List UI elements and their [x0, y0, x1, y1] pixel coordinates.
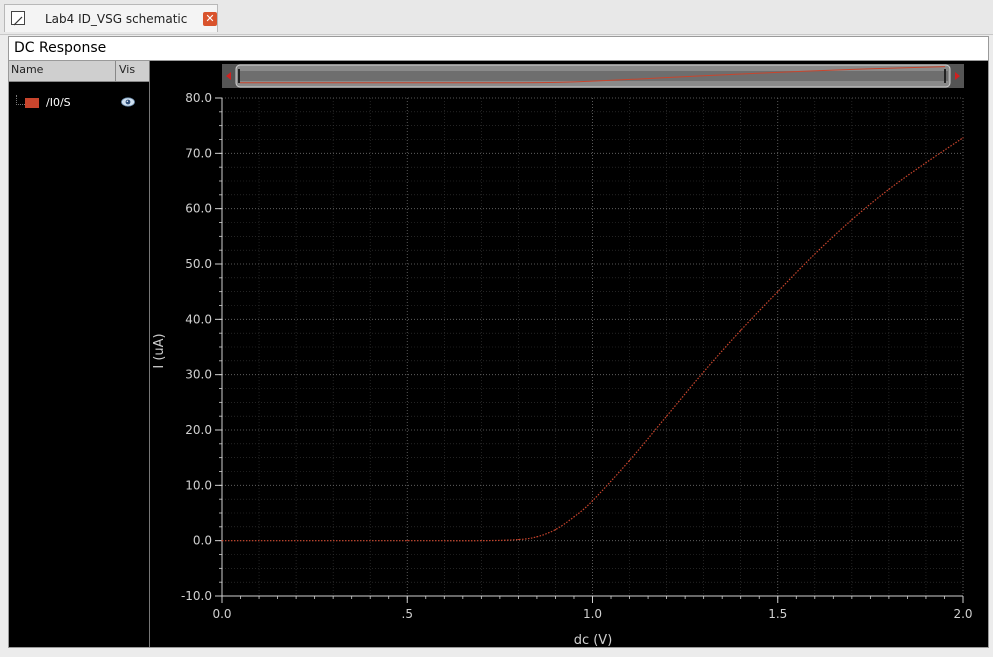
x-tick-label: 0.0	[212, 607, 231, 621]
tab-bar: Lab4 ID_VSG schematic ✕	[0, 0, 993, 35]
legend-item-label: /I0/S	[46, 96, 71, 109]
data-point	[851, 219, 853, 221]
tab-schematic[interactable]: Lab4 ID_VSG schematic ✕	[4, 4, 218, 32]
data-point	[888, 188, 890, 190]
x-axis-ticks: 0.0 .5 1.0 1.5 2.0	[212, 596, 973, 621]
legend-column-name[interactable]: Name	[11, 63, 43, 76]
data-point	[628, 459, 631, 462]
tab-label: Lab4 ID_VSG schematic	[45, 12, 188, 26]
y-tick-label: 60.0	[185, 202, 212, 216]
legend-column-vis[interactable]: Vis	[119, 63, 135, 76]
graph-window: DC Response Name Vis /I0/S 0.0 .5 1.0 1.5 2.…	[8, 36, 989, 648]
overview-scroll-bar[interactable]	[222, 64, 964, 88]
y-axis-ticks: -10.0 0.0 10.0 20.0 30.0 40.0 50.0 60.0 70.0 80.0	[181, 91, 222, 603]
x-tick-label: .5	[402, 607, 413, 621]
trace-line	[222, 137, 964, 542]
y-tick-label: 50.0	[185, 257, 212, 271]
close-icon[interactable]: ✕	[203, 12, 217, 26]
data-point	[925, 162, 927, 164]
data-point	[480, 540, 482, 542]
y-tick-label: 80.0	[185, 91, 212, 105]
y-tick-label: -10.0	[181, 589, 212, 603]
data-point	[591, 500, 594, 502]
y-tick-label: 70.0	[185, 146, 212, 160]
data-point	[703, 371, 705, 373]
window-titlebar: DC Response	[9, 37, 988, 61]
plot-area[interactable]: 0.0.5 1.0 1.5 2.0 -10.00.010.020.030.040.05…	[150, 61, 988, 647]
x-tick-label: 1.5	[768, 607, 787, 621]
legend-item[interactable]: /I0/S	[9, 93, 149, 113]
legend-panel: Name Vis /I0/S	[9, 61, 150, 647]
y-tick-label: 30.0	[185, 368, 212, 382]
left-handle-grip	[238, 69, 240, 83]
y-tick-label: 20.0	[185, 423, 212, 437]
schematic-icon	[11, 11, 25, 26]
data-point	[777, 291, 779, 293]
data-point	[536, 536, 538, 538]
data-point	[554, 529, 557, 531]
column-divider[interactable]	[115, 61, 116, 81]
legend-header: Name Vis	[9, 61, 149, 82]
y-axis-label: I (uA)	[152, 333, 167, 368]
data-point	[221, 540, 223, 542]
data-point	[573, 516, 575, 518]
y-tick-label: 10.0	[185, 478, 212, 492]
data-point	[814, 253, 816, 255]
data-point	[406, 540, 408, 542]
x-axis-label: dc (V)	[574, 633, 613, 647]
window-title: DC Response	[14, 40, 107, 56]
data-point	[666, 415, 668, 417]
overview-thumb-groove	[238, 71, 948, 81]
x-tick-label: 2.0	[953, 607, 972, 621]
y-tick-label: 40.0	[185, 312, 212, 326]
tree-connector	[16, 95, 25, 105]
data-point	[517, 538, 519, 541]
data-point	[740, 329, 742, 331]
x-tick-label: 1.0	[583, 607, 602, 621]
right-handle-grip	[944, 69, 946, 83]
grid-lines	[221, 97, 964, 597]
trace-color-swatch	[25, 98, 39, 108]
data-point	[962, 137, 964, 139]
eye-icon[interactable]	[121, 97, 135, 107]
y-tick-label: 0.0	[193, 534, 212, 548]
